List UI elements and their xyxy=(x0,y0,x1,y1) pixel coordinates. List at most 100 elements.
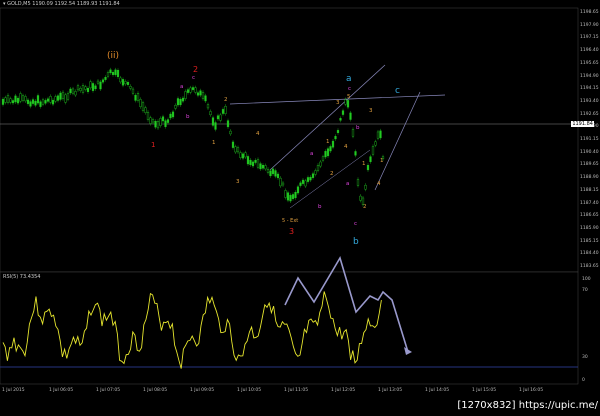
candle-body xyxy=(24,96,27,102)
candle-body xyxy=(66,93,70,100)
svg-text:5: 5 xyxy=(347,94,351,100)
wave-label-2: 2 xyxy=(193,65,198,74)
candle-body xyxy=(71,88,75,94)
candle-body xyxy=(79,88,82,91)
candle-body xyxy=(49,96,52,103)
candle-body xyxy=(199,90,202,96)
price-tick: 1188.15 xyxy=(580,187,599,193)
candle-body xyxy=(56,95,60,101)
candle-body xyxy=(186,89,190,93)
candle-body xyxy=(39,101,42,107)
candle-body xyxy=(69,88,72,94)
price-tick: 1186.65 xyxy=(580,213,599,219)
candle-body xyxy=(61,91,65,99)
candle-body xyxy=(214,122,217,130)
candle-body xyxy=(281,182,285,186)
chart-area[interactable]: (ii) 2 1 3 a b c 5 - Ext a b c 1 2 3 4 a… xyxy=(0,0,600,412)
candle-body xyxy=(374,141,377,146)
price-tick: 1192.65 xyxy=(580,111,599,117)
candle-body xyxy=(126,82,130,85)
candle-body xyxy=(124,81,127,85)
watermark: [1270x832] https://upic.me/ xyxy=(457,400,598,411)
candle-body xyxy=(231,141,235,148)
svg-text:1: 1 xyxy=(380,158,384,164)
rsi-tick: 100 xyxy=(582,277,591,282)
candle-body xyxy=(256,159,260,168)
candle-body xyxy=(149,117,152,124)
time-tick: 1 Jul 11:05 xyxy=(284,388,309,393)
price-tick: 1185.15 xyxy=(580,238,599,244)
candle-body xyxy=(44,100,47,104)
time-tick: 1 Jul 08:05 xyxy=(143,388,168,393)
candle-body xyxy=(136,93,140,101)
svg-text:b: b xyxy=(356,125,360,131)
svg-text:4: 4 xyxy=(256,131,260,137)
price-tick: 1195.65 xyxy=(580,60,599,66)
candle-body xyxy=(34,100,37,106)
candle-body xyxy=(366,165,370,171)
wave-label-ii: (ii) xyxy=(107,51,119,61)
candle-body xyxy=(14,95,17,103)
candle-body xyxy=(134,95,137,101)
wave-label-ext: 5 - Ext xyxy=(282,218,298,224)
candle-body xyxy=(129,86,132,89)
svg-text:1: 1 xyxy=(362,161,366,167)
candle-body xyxy=(251,161,255,167)
rsi-tick: 30 xyxy=(582,355,588,360)
candle-body xyxy=(344,99,347,105)
candle-body xyxy=(81,85,85,93)
candle-body xyxy=(31,99,35,104)
candle-body xyxy=(359,195,362,201)
time-tick: 1 Jul 07:05 xyxy=(96,388,121,393)
time-tick: 1 Jul 14:05 xyxy=(425,388,450,393)
candle-body xyxy=(9,98,12,103)
candle-body xyxy=(101,79,105,83)
candle-body xyxy=(181,97,185,102)
candle-body xyxy=(219,114,222,121)
candle-body xyxy=(351,129,355,137)
candle-body xyxy=(51,99,55,105)
candle-body xyxy=(371,146,375,155)
price-tick: 1194.90 xyxy=(580,73,599,79)
candle-body xyxy=(156,121,160,129)
candle-body xyxy=(96,80,100,84)
candle-body xyxy=(369,156,372,162)
candle-body xyxy=(284,190,287,198)
svg-text:4: 4 xyxy=(344,144,348,150)
candle-body xyxy=(249,159,252,165)
main-header: ▾ GOLD,M5 1190.09 1192.54 1189.93 1191.8… xyxy=(3,1,120,7)
candle-body xyxy=(46,98,50,102)
price-tick: 1185.90 xyxy=(580,225,599,231)
time-tick: 1 Jul 09:05 xyxy=(190,388,215,393)
candle-body xyxy=(86,87,90,92)
svg-text:1: 1 xyxy=(212,140,216,146)
candle-body xyxy=(306,177,310,182)
price-tick: 1191.15 xyxy=(580,137,599,142)
candle-body xyxy=(89,81,92,89)
candle-body xyxy=(111,72,115,75)
candle-body xyxy=(176,98,180,106)
candle-body xyxy=(4,97,7,103)
candle-body xyxy=(201,91,205,99)
candle-body xyxy=(91,83,95,91)
candle-body xyxy=(106,72,110,77)
candle-body xyxy=(259,163,262,170)
svg-text:2: 2 xyxy=(363,204,367,210)
candle-body xyxy=(279,177,282,187)
candle-body xyxy=(19,93,22,102)
candle-body xyxy=(331,140,335,148)
candle-body xyxy=(64,94,67,103)
candle-body xyxy=(264,165,267,170)
candle-body xyxy=(354,151,357,156)
candle-body xyxy=(179,99,182,106)
price-tick: 1183.65 xyxy=(580,264,599,269)
candle-body xyxy=(121,79,125,86)
candle-body xyxy=(131,88,135,94)
wave-label-b: b xyxy=(353,237,359,247)
candle-body xyxy=(159,118,162,126)
candle-body xyxy=(239,152,242,158)
price-tick: 1187.40 xyxy=(580,200,599,206)
candle-body xyxy=(254,160,257,163)
svg-text:3: 3 xyxy=(236,179,240,185)
candle-body xyxy=(244,152,247,158)
